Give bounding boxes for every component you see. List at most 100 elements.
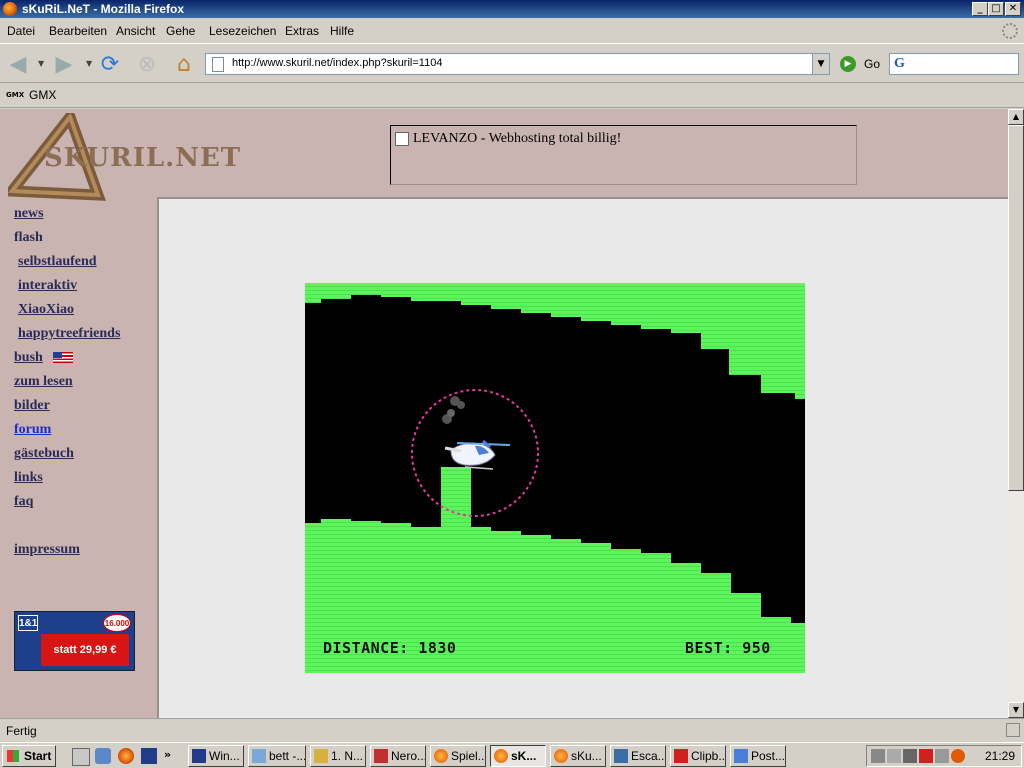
scroll-down-arrow-icon[interactable]: ▼ [1008, 702, 1024, 718]
forward-arrow-icon[interactable]: ▶ [50, 50, 78, 78]
task-nero[interactable]: Nero... [370, 745, 426, 767]
quicklaunch-firefox-icon[interactable] [118, 748, 134, 764]
nav-impressum[interactable]: impressum [14, 542, 80, 558]
nav-links[interactable]: links [14, 470, 43, 486]
best-label: BEST: [685, 639, 733, 657]
menu-hilfe[interactable]: Hilfe [330, 24, 354, 38]
bookmark-gmx[interactable]: GMX [29, 88, 56, 102]
throbber-icon [1002, 23, 1018, 39]
taskbar: Start » Win... bett -... 1. N... Nero...… [0, 742, 1024, 768]
back-history-dropdown-icon[interactable]: ▼ [38, 59, 44, 68]
nav-zum-lesen[interactable]: zum lesen [14, 374, 73, 390]
nav-forum[interactable]: forum [14, 422, 51, 438]
save-disk-icon [192, 749, 206, 763]
side-navigation: news flash selbstlaufend interaktiv Xiao… [0, 109, 157, 718]
quicklaunch-desktop-icon[interactable] [72, 748, 90, 766]
task-spiel[interactable]: Spiel... [430, 745, 486, 767]
tray-status-icon[interactable] [951, 749, 965, 763]
task-1n[interactable]: 1. N... [310, 745, 366, 767]
status-resize-icon [1006, 723, 1020, 737]
one-and-one-ad[interactable]: 1&1 16.000 statt 29,99 € [14, 611, 135, 671]
status-text: Fertig [6, 724, 37, 738]
nav-flash: flash [14, 230, 43, 245]
flash-area: DISTANCE: 1830 BEST: 950 [157, 197, 1008, 718]
home-icon[interactable]: ⌂ [170, 50, 198, 78]
go-label: Go [864, 57, 881, 71]
task-skuril[interactable]: sKu... [550, 745, 606, 767]
menu-gehe[interactable]: Gehe [166, 24, 195, 38]
search-input[interactable]: G [889, 53, 1019, 75]
distance-readout: DISTANCE: 1830 [323, 639, 456, 657]
start-label: Start [24, 749, 52, 763]
nav-selbstlaufend[interactable]: selbstlaufend [18, 254, 97, 270]
google-search-icon[interactable]: G [894, 56, 905, 72]
task-bett[interactable]: bett -... [248, 745, 306, 767]
network-icon[interactable] [871, 749, 885, 763]
scroll-up-arrow-icon[interactable]: ▲ [1008, 109, 1024, 125]
firefox-icon [3, 2, 17, 16]
game-canvas [305, 283, 805, 673]
task-esca[interactable]: Esca... [610, 745, 666, 767]
mail-icon [734, 749, 748, 763]
nav-bush[interactable]: bush [14, 350, 43, 365]
distance-label: DISTANCE: [323, 639, 409, 657]
menu-datei[interactable]: Datei [7, 24, 35, 38]
stop-icon[interactable]: ⊗ [133, 50, 161, 78]
vertical-scrollbar[interactable]: ▲ ▼ [1008, 109, 1024, 718]
forward-history-dropdown-icon[interactable]: ▼ [86, 59, 92, 68]
ad-banner[interactable]: LEVANZO - Webhosting total billig! [390, 125, 857, 185]
clock: 21:29 [984, 749, 1015, 763]
task-post[interactable]: Post... [730, 745, 786, 767]
firefox-icon [494, 749, 508, 763]
quicklaunch-outlook-icon[interactable] [95, 748, 111, 764]
cave-pillar [441, 467, 471, 527]
url-dropdown-icon[interactable]: ▼ [812, 54, 829, 74]
app-icon [614, 749, 628, 763]
nav-news[interactable]: news [14, 206, 44, 222]
minimize-button[interactable]: _ [972, 2, 988, 16]
ad-banner-text[interactable]: LEVANZO - Webhosting total billig! [413, 131, 621, 147]
task-clipb[interactable]: Clipb... [670, 745, 726, 767]
best-readout: BEST: 950 [685, 639, 771, 657]
helicopter-sprite [444, 439, 511, 470]
window-title: sKuRiL.NeT - Mozilla Firefox [22, 2, 185, 16]
volume-icon[interactable] [887, 749, 901, 763]
start-button[interactable]: Start [2, 745, 56, 767]
menu-ansicht[interactable]: Ansicht [116, 24, 155, 38]
url-bar[interactable]: http://www.skuril.net/index.php?skuril=1… [205, 53, 830, 75]
maximize-button[interactable]: □ [988, 2, 1004, 16]
nav-bush-item[interactable]: bush [14, 350, 73, 366]
nav-bilder[interactable]: bilder [14, 398, 50, 414]
tray-app-icon[interactable] [903, 749, 917, 763]
menu-bearbeiten[interactable]: Bearbeiten [49, 24, 107, 38]
back-arrow-icon[interactable]: ◀ [4, 50, 32, 78]
menu-extras[interactable]: Extras [285, 24, 319, 38]
ad-badge: 16.000 [103, 614, 131, 632]
nav-faq[interactable]: faq [14, 494, 33, 510]
nav-interaktiv[interactable]: interaktiv [18, 278, 77, 294]
close-button[interactable]: ✕ [1005, 2, 1021, 16]
nav-gaestebuch[interactable]: gästebuch [14, 446, 74, 462]
gmx-icon: GMX [6, 91, 25, 99]
antivirus-icon[interactable] [919, 749, 933, 763]
scroll-thumb[interactable] [1008, 125, 1024, 491]
menu-bar: Datei Bearbeiten Ansicht Gehe Lesezeiche… [0, 19, 1024, 43]
task-skuril-active[interactable]: sK... [490, 745, 546, 767]
nav-xiaoxiao[interactable]: XiaoXiao [18, 302, 74, 318]
broken-image-icon [395, 132, 409, 146]
helicopter-game[interactable]: DISTANCE: 1830 BEST: 950 [305, 283, 805, 673]
system-tray: 21:29 [866, 745, 1022, 767]
task-win[interactable]: Win... [188, 745, 244, 767]
url-text[interactable]: http://www.skuril.net/index.php?skuril=1… [232, 57, 442, 69]
menu-lesezeichen[interactable]: Lesezeichen [209, 24, 276, 38]
quicklaunch-save-icon[interactable] [141, 748, 157, 764]
nav-happytreefriends[interactable]: happytreefriends [18, 326, 120, 342]
firefox-icon [434, 749, 448, 763]
reload-icon[interactable]: ⟳ [96, 50, 124, 78]
nero-icon [374, 749, 388, 763]
quicklaunch-more-icon[interactable]: » [164, 748, 180, 764]
printer-icon[interactable] [935, 749, 949, 763]
us-flag-icon [52, 352, 73, 364]
window-title-bar[interactable]: sKuRiL.NeT - Mozilla Firefox _ □ ✕ [0, 0, 1024, 18]
ad-price: statt 29,99 € [41, 634, 129, 666]
